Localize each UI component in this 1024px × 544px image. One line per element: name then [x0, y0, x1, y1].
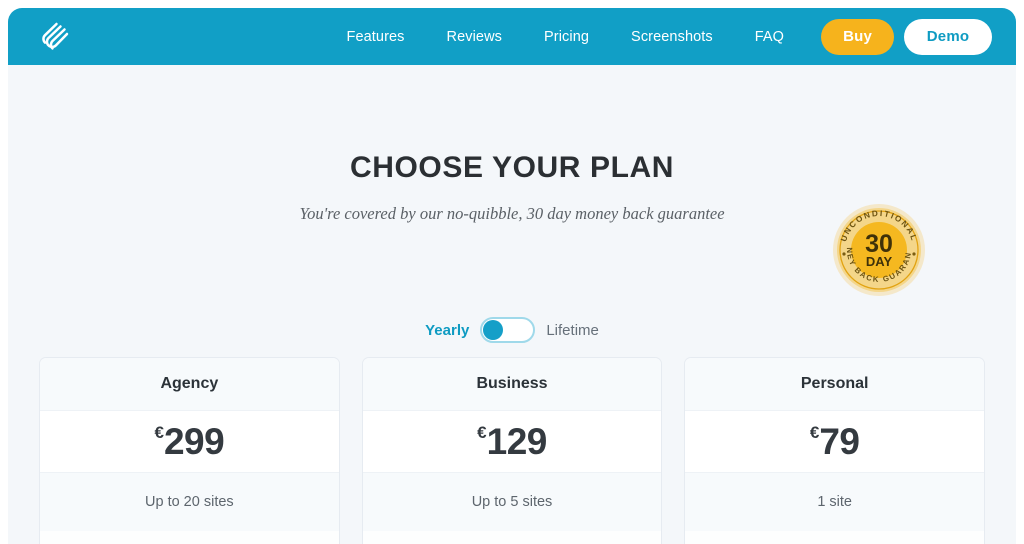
browser-viewport: Features Reviews Pricing Screenshots FAQ… [8, 8, 1016, 544]
site-header: Features Reviews Pricing Screenshots FAQ… [8, 8, 1016, 65]
plan-name: Business [362, 358, 662, 410]
plan-price: € 299 [40, 410, 339, 473]
currency-symbol: € [154, 423, 164, 442]
svg-text:DAY: DAY [866, 254, 893, 269]
plan-feature: Regular plugin updates [40, 531, 339, 544]
price-amount: 299 [163, 420, 225, 462]
nav-item-reviews[interactable]: Reviews [426, 23, 524, 51]
plan-sites: Up to 20 sites [40, 473, 339, 531]
demo-button[interactable]: Demo [904, 18, 992, 55]
nav-item-screenshots[interactable]: Screenshots [610, 23, 734, 51]
pricing-card-business[interactable]: Business € 129 Up to 5 sites Regular plu… [362, 358, 662, 544]
toggle-option-yearly[interactable]: Yearly [425, 322, 469, 339]
pricing-card-agency[interactable]: Agency € 299 Up to 20 sites Regular plug… [40, 358, 339, 544]
currency-symbol: € [477, 423, 487, 442]
nav-item-faq[interactable]: FAQ [734, 23, 805, 51]
plan-sites: Up to 5 sites [362, 473, 662, 531]
price-amount: 129 [486, 420, 548, 462]
money-back-guarantee-badge-icon: UNCONDITIONAL MONEY BACK GUARANTEE 30 DA… [831, 202, 927, 298]
nav-item-features[interactable]: Features [325, 23, 425, 51]
pricing-card-list: Agency € 299 Up to 20 sites Regular plug… [40, 358, 985, 544]
pricing-section: CHOOSE YOUR PLAN You're covered by our n… [8, 65, 1016, 544]
plan-feature: Regular plugin updates [362, 531, 662, 544]
plan-feature: Regular plugin updates [685, 531, 985, 544]
plan-sites: 1 site [685, 473, 985, 531]
page-title: CHOOSE YOUR PLAN [349, 151, 675, 184]
plan-name: Personal [685, 358, 985, 410]
pricing-card-personal[interactable]: Personal € 79 1 site Regular plugin upda… [685, 358, 985, 544]
plan-price: € 79 [685, 410, 985, 473]
brand-logo-icon[interactable] [38, 20, 72, 54]
billing-toggle-switch[interactable] [480, 317, 536, 343]
nav-item-pricing[interactable]: Pricing [523, 23, 610, 51]
currency-symbol: € [809, 423, 820, 442]
price-amount: 79 [819, 420, 860, 462]
buy-button[interactable]: Buy [821, 18, 894, 55]
primary-navigation: Features Reviews Pricing Screenshots FAQ… [325, 18, 992, 55]
toggle-option-lifetime[interactable]: Lifetime [546, 322, 599, 339]
plan-price: € 129 [362, 410, 662, 473]
billing-period-toggle: Yearly Lifetime [8, 317, 1016, 343]
plan-name: Agency [40, 358, 339, 410]
toggle-knob [483, 320, 504, 340]
